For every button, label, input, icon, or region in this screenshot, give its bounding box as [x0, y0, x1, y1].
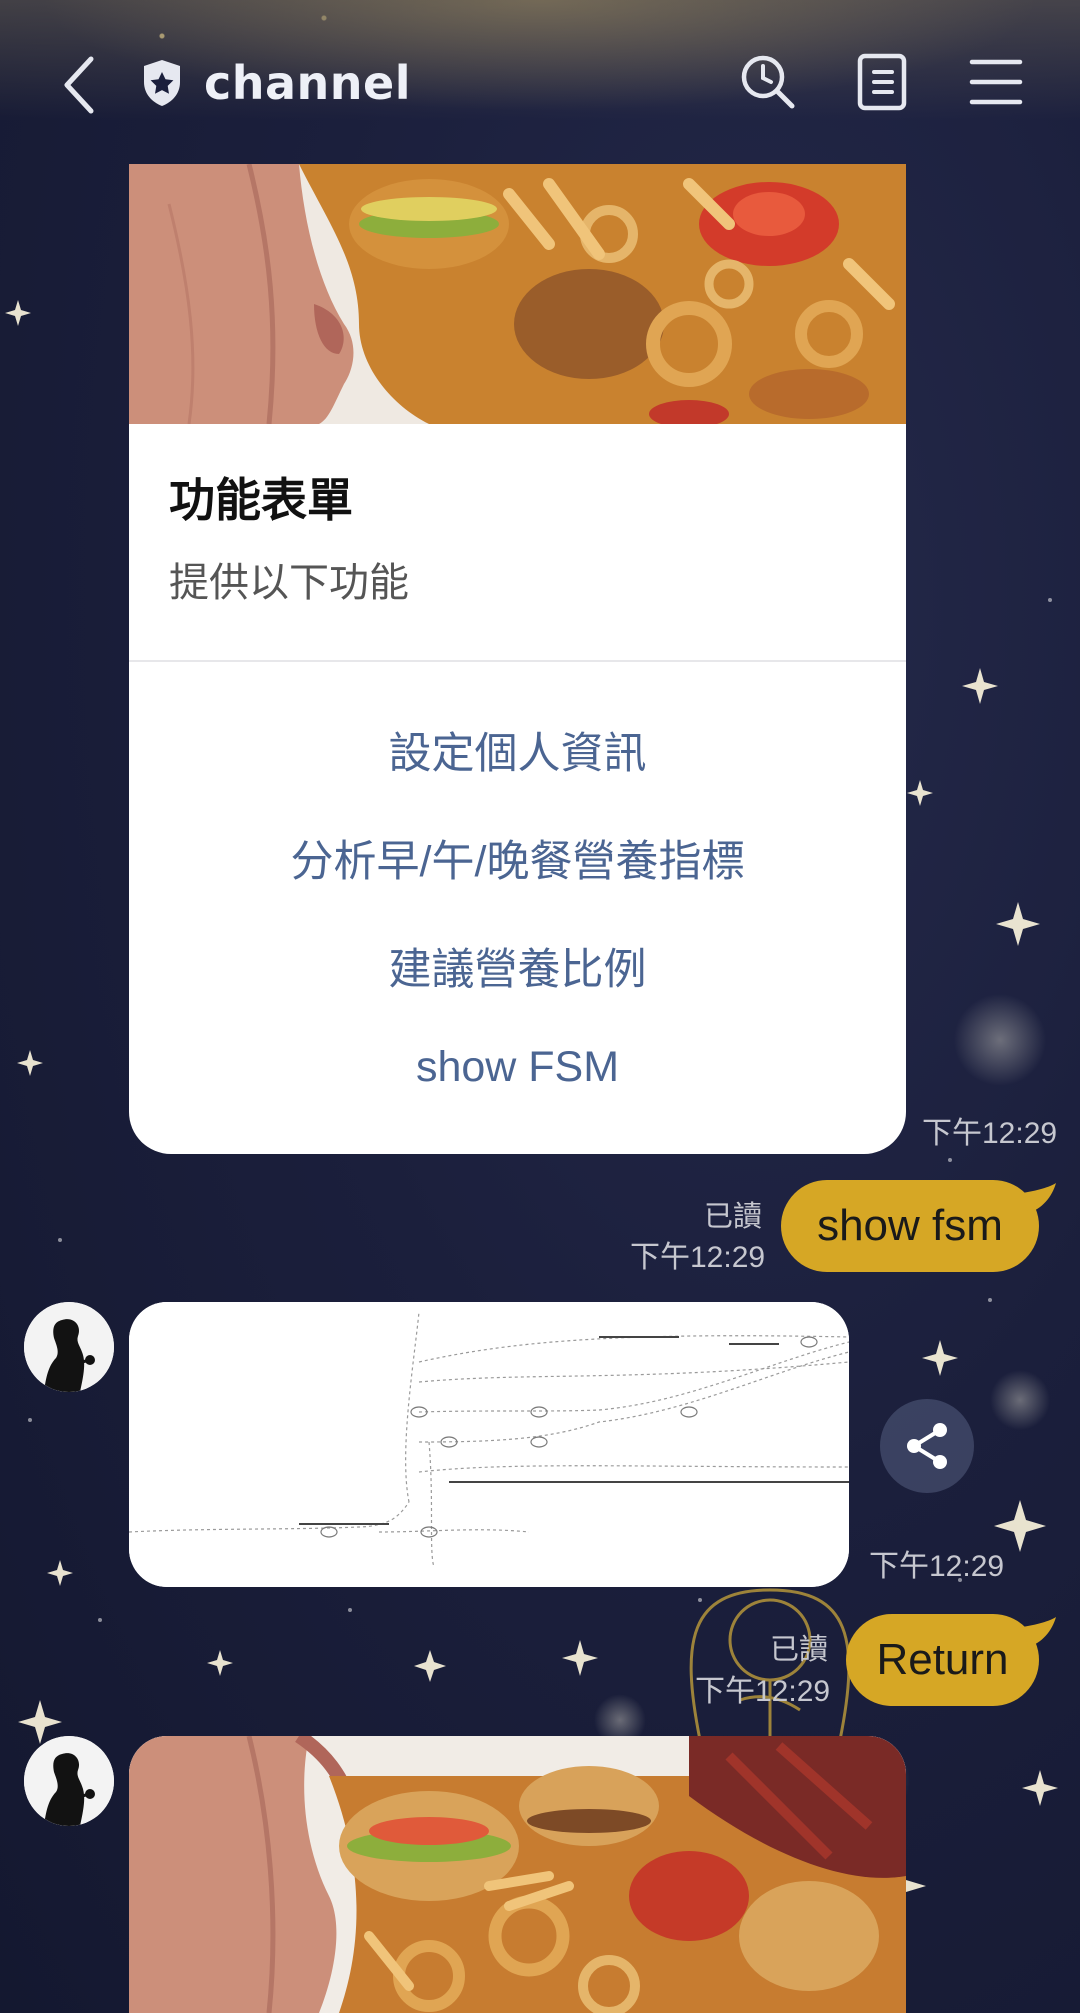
junk-food-image[interactable] — [129, 1736, 906, 2013]
user-message-bubble-2[interactable]: Return — [846, 1614, 1039, 1706]
notes-button[interactable] — [850, 50, 914, 114]
fsm-graph-image[interactable] — [129, 1302, 849, 1587]
read-receipt: 已讀 — [704, 1201, 763, 1233]
read-receipt-2: 已讀 — [770, 1634, 829, 1666]
bubble-tail — [1022, 1183, 1056, 1213]
function-menu-card: 功能表單 提供以下功能 設定個人資訊 分析早/午/晚餐營養指標 建議營養比例 s… — [129, 164, 906, 1154]
search-icon — [741, 55, 795, 109]
user-message-text: show fsm — [817, 1201, 1003, 1250]
top-bar: channel — [0, 0, 1080, 160]
notes-icon — [857, 53, 907, 111]
bot-avatar[interactable] — [24, 1302, 114, 1392]
chevron-left-icon — [64, 56, 94, 114]
user-message-text-2: Return — [876, 1635, 1009, 1684]
bubble-tail-2 — [1022, 1617, 1056, 1647]
action-set-personal-info[interactable]: 設定個人資訊 — [129, 719, 906, 781]
share-icon — [907, 1423, 947, 1469]
action-show-fsm[interactable]: show FSM — [129, 1043, 906, 1092]
message-timestamp: 下午12:29 — [630, 1241, 766, 1274]
menu-button[interactable] — [964, 50, 1028, 114]
bot-avatar-2[interactable] — [24, 1736, 114, 1826]
chat-title: channel — [140, 48, 411, 118]
card-divider — [129, 660, 906, 662]
card-title: 功能表單 — [169, 474, 353, 526]
share-button[interactable] — [880, 1399, 974, 1493]
chat-title-text: channel — [204, 56, 412, 110]
action-analyze-meals[interactable]: 分析早/午/晚餐營養指標 — [129, 827, 906, 889]
junk-food-hero-image — [129, 164, 906, 424]
image-timestamp: 下午12:29 — [869, 1550, 1005, 1583]
user-message-bubble[interactable]: show fsm — [781, 1180, 1039, 1272]
menu-icon — [969, 59, 1023, 105]
back-button[interactable] — [52, 50, 106, 120]
message-timestamp-2: 下午12:29 — [695, 1675, 831, 1708]
shield-star-icon — [144, 60, 180, 106]
card-subtitle: 提供以下功能 — [169, 561, 409, 605]
card-timestamp: 下午12:29 — [922, 1117, 1058, 1150]
action-suggest-ratio[interactable]: 建議營養比例 — [129, 935, 906, 997]
search-button[interactable] — [736, 50, 800, 114]
